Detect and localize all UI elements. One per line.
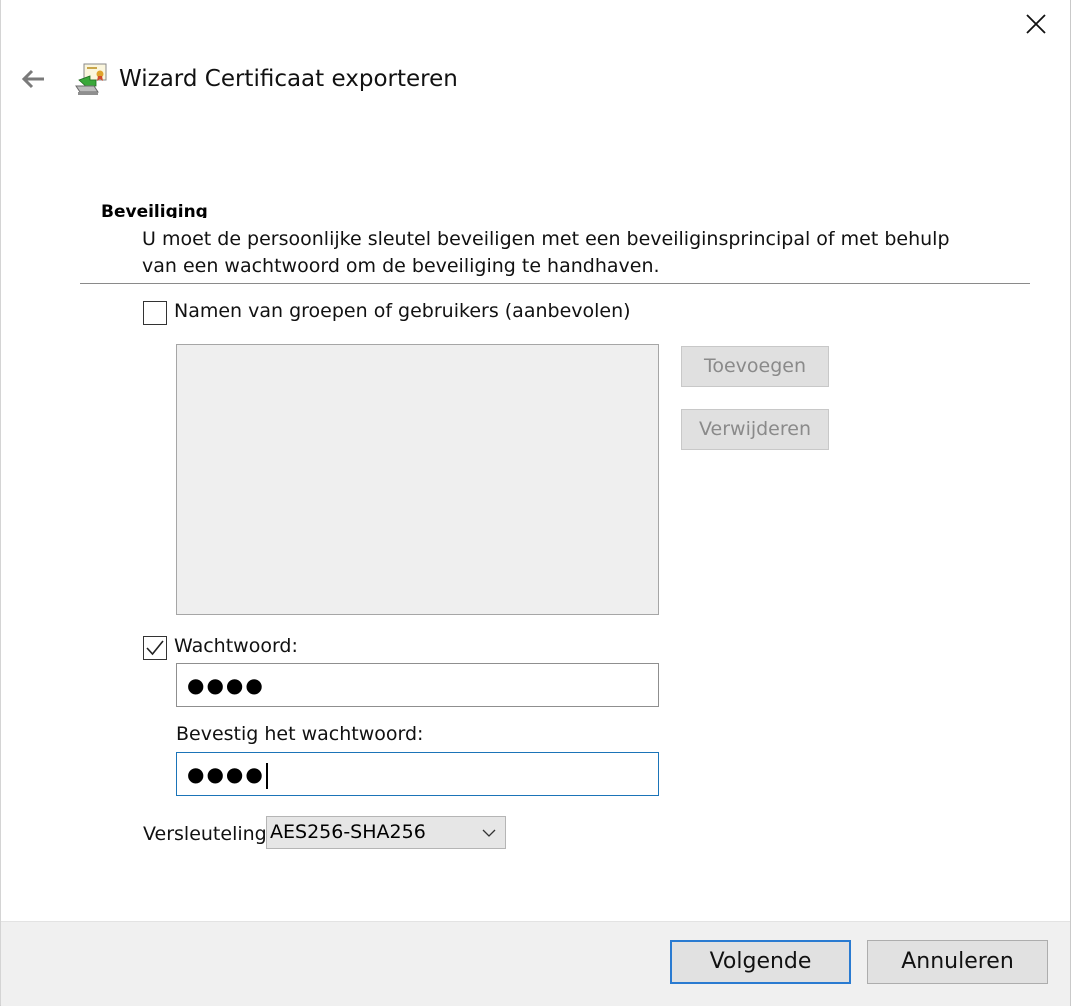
confirm-password-label: Bevestig het wachtwoord: bbox=[176, 723, 424, 745]
close-icon bbox=[1026, 14, 1046, 34]
certificate-wizard-icon bbox=[74, 62, 110, 96]
export-wizard-dialog: Wizard Certificaat exporteren Beveiligin… bbox=[0, 0, 1071, 1006]
encryption-label: Versleuteling bbox=[143, 823, 267, 845]
password-checkbox[interactable] bbox=[143, 636, 167, 660]
encryption-selected-value: AES256-SHA256 bbox=[270, 821, 426, 843]
groups-checkbox[interactable] bbox=[143, 301, 167, 325]
back-button[interactable] bbox=[17, 64, 51, 94]
back-arrow-icon bbox=[21, 69, 44, 89]
encryption-select[interactable]: AES256-SHA256 bbox=[266, 816, 506, 849]
chevron-down-icon bbox=[482, 829, 496, 837]
groups-users-listbox bbox=[176, 344, 659, 615]
section-divider bbox=[80, 283, 1030, 284]
confirm-password-input[interactable]: ●●●● bbox=[176, 752, 659, 796]
section-description: U moet de persoonlijke sleutel beveilige… bbox=[142, 228, 950, 277]
next-button[interactable]: Volgende bbox=[670, 940, 851, 984]
password-masked-value: ●●●● bbox=[187, 673, 265, 697]
confirm-password-masked-value: ●●●● bbox=[187, 762, 265, 786]
password-checkbox-label[interactable]: Wachtwoord: bbox=[174, 635, 298, 657]
section-heading: Beveiliging bbox=[101, 202, 208, 218]
close-button[interactable] bbox=[1013, 6, 1059, 42]
password-input[interactable]: ●●●● bbox=[176, 663, 659, 707]
cancel-button[interactable]: Annuleren bbox=[867, 940, 1048, 984]
add-button[interactable]: Toevoegen bbox=[681, 346, 829, 387]
text-caret bbox=[265, 762, 268, 789]
remove-button[interactable]: Verwijderen bbox=[681, 409, 829, 450]
checkmark-icon bbox=[146, 640, 164, 656]
window-title: Wizard Certificaat exporteren bbox=[119, 66, 458, 92]
groups-checkbox-label[interactable]: Namen van groepen of gebruikers (aanbevo… bbox=[174, 300, 631, 322]
